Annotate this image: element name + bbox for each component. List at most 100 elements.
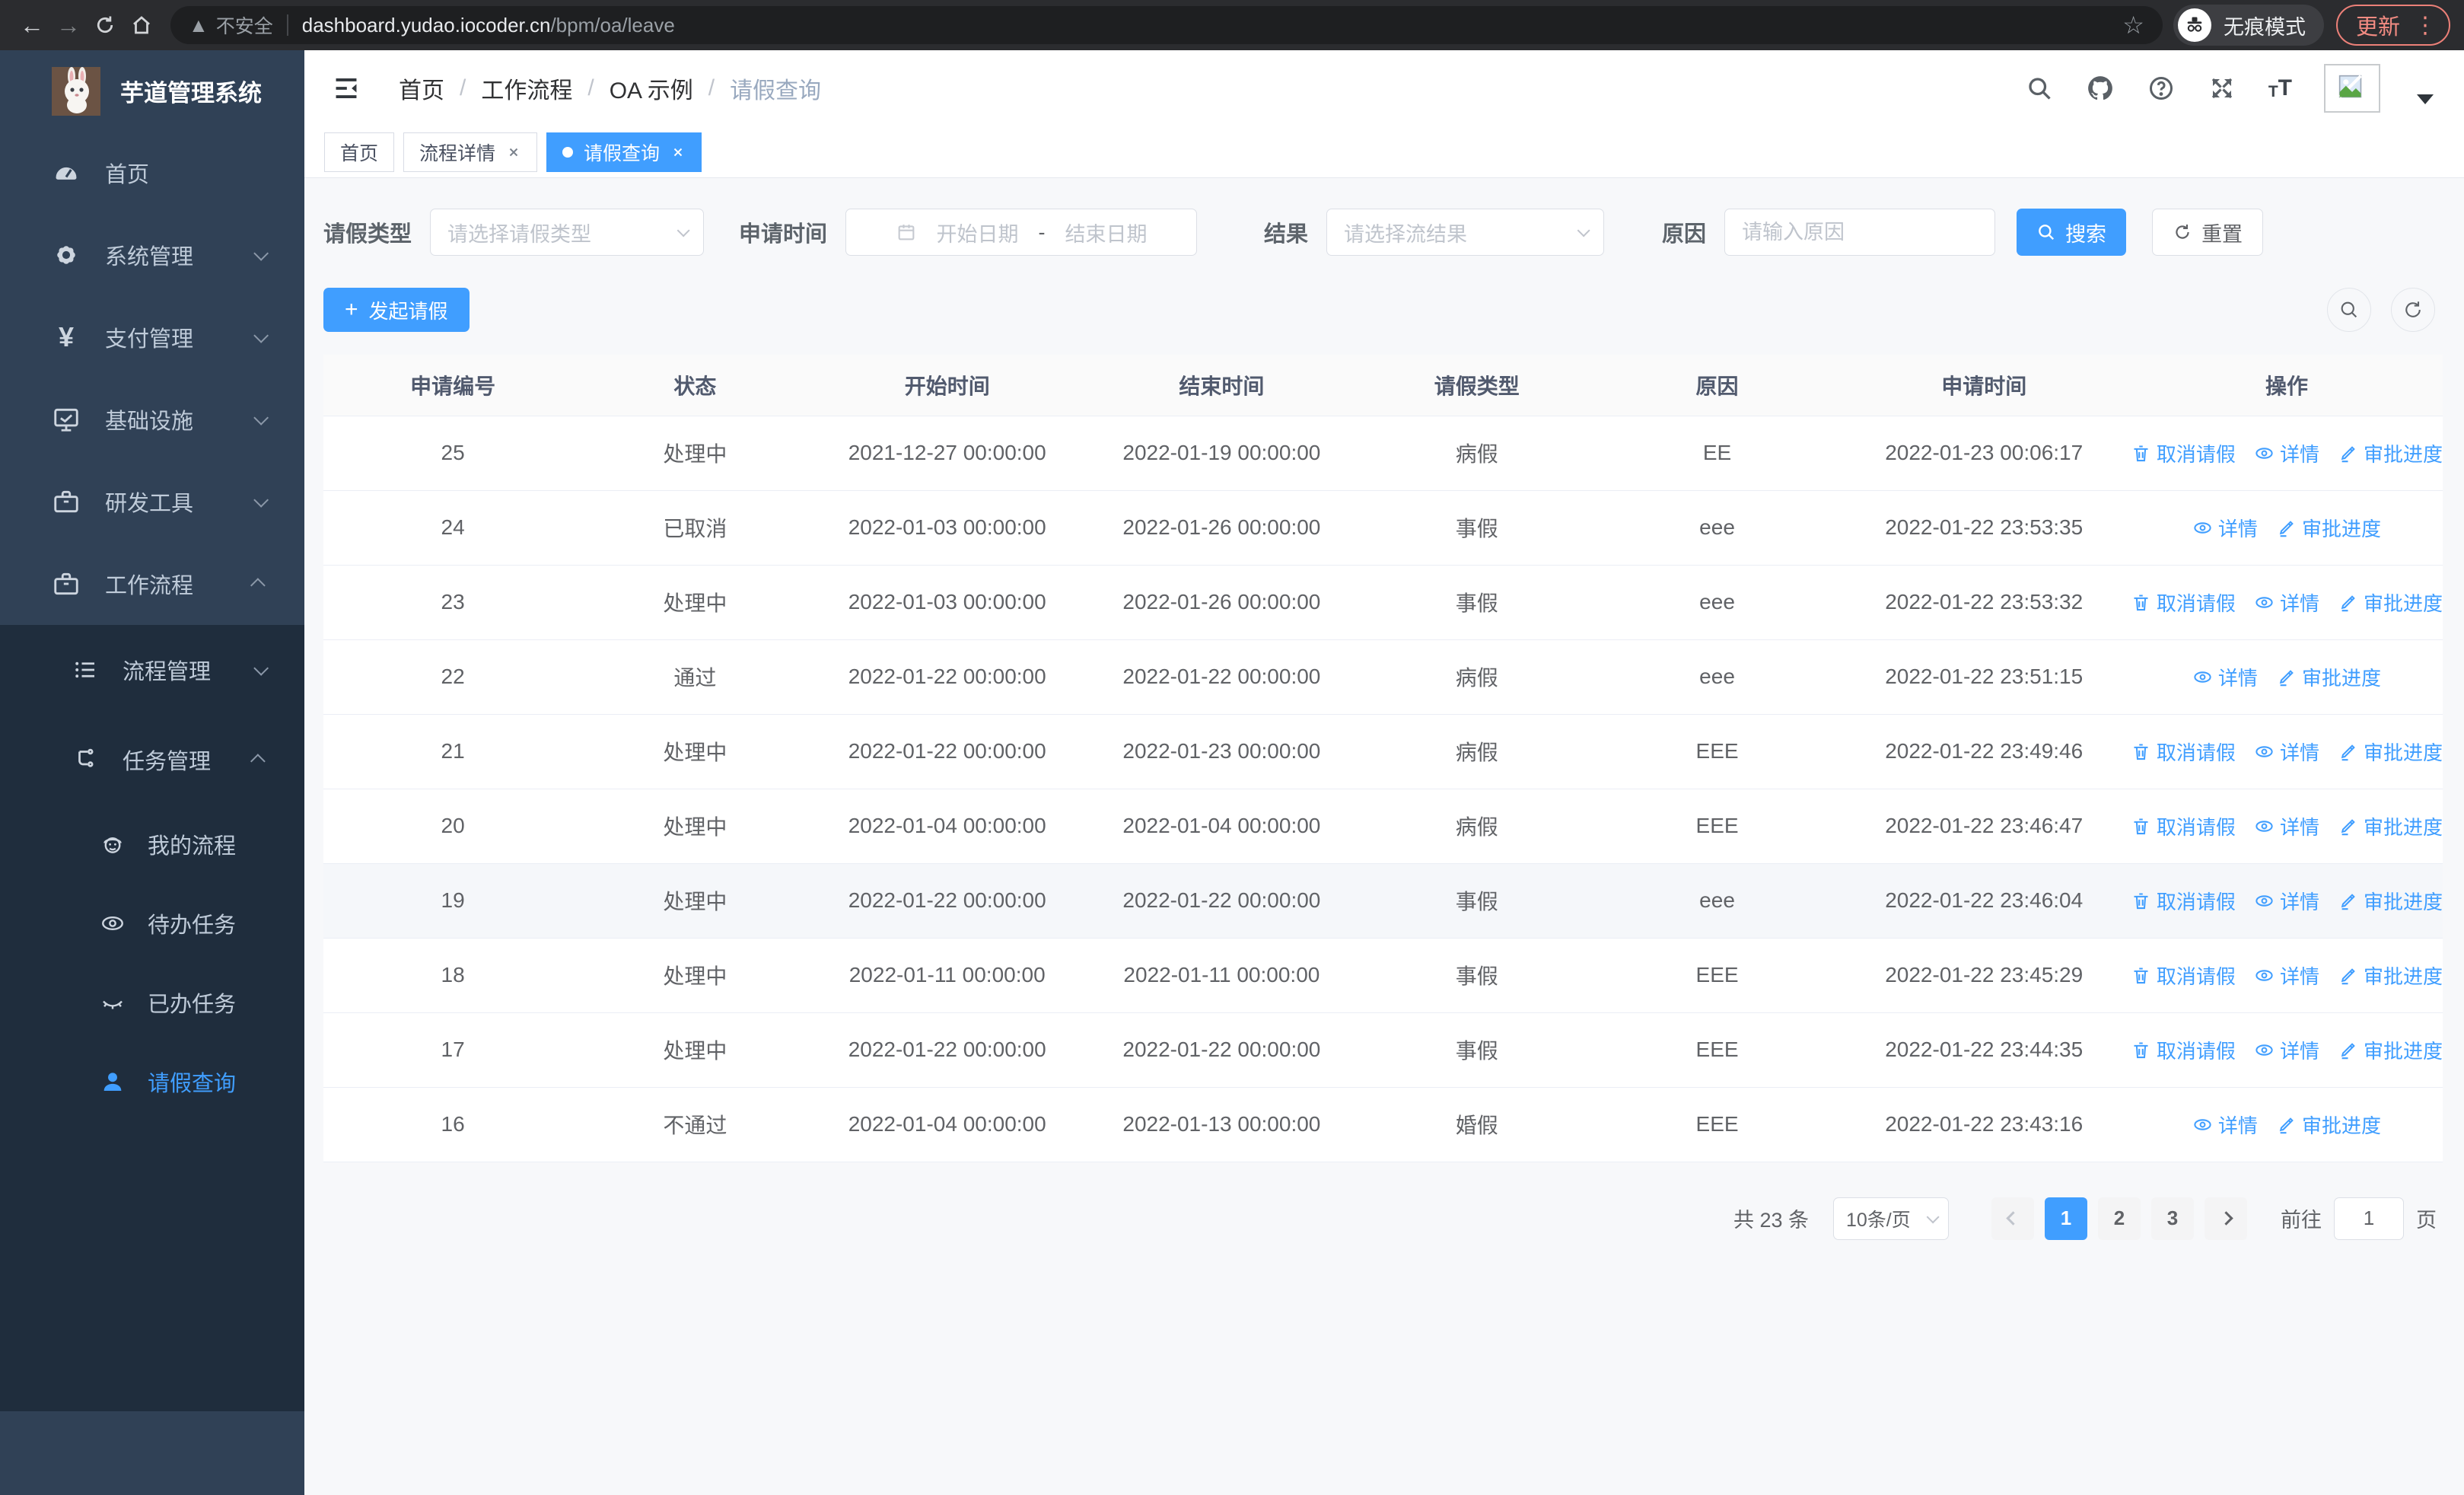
action-detail-link[interactable]: 详情 [2254,738,2319,766]
page-button-1[interactable]: 1 [2045,1197,2087,1240]
breadcrumb-item[interactable]: 首页 [399,72,444,105]
action-progress-link[interactable]: 审批进度 [2276,1111,2381,1139]
update-label[interactable]: 更新 [2356,9,2400,41]
action-detail-link[interactable]: 详情 [2254,887,2319,915]
reset-button[interactable]: 重置 [2152,209,2264,256]
action-progress-link[interactable]: 审批进度 [2338,961,2443,990]
action-cancel-link[interactable]: 取消请假 [2131,961,2236,990]
action-label: 审批进度 [2301,1114,2381,1137]
cell-status: 处理中 [663,442,727,466]
font-size-icon[interactable]: TT [2268,75,2292,101]
menu-fold-icon[interactable] [332,74,361,103]
sidebar: 芋道管理系统 首页 系统管理 ¥ 支付管理 基础设施 研发工具 工作流程 流程管… [0,50,304,1495]
sidebar-item-workflow[interactable]: 工作流程 [0,543,304,625]
action-label: 详情 [2279,1039,2319,1063]
reload-icon[interactable] [87,7,123,43]
help-icon[interactable] [2147,74,2176,103]
browser-update-button[interactable]: 更新 ⋮ [2335,5,2450,46]
action-progress-link[interactable]: 审批进度 [2338,588,2443,617]
page-button-2[interactable]: 2 [2098,1197,2141,1240]
eye-closed-icon [99,989,126,1016]
action-detail-link[interactable]: 详情 [2192,663,2258,691]
action-detail-link[interactable]: 详情 [2254,1036,2319,1064]
action-detail-link[interactable]: 详情 [2254,439,2319,467]
breadcrumb-item[interactable]: OA 示例 [610,72,693,105]
tab-home[interactable]: 首页 [324,132,395,172]
tab-process-detail[interactable]: 流程详情 [403,132,538,172]
action-progress-link[interactable]: 审批进度 [2338,439,2443,467]
action-progress-link[interactable]: 审批进度 [2338,1036,2443,1064]
sidebar-item-leave-query[interactable]: 请假查询 [0,1042,304,1121]
page-button-3[interactable]: 3 [2151,1197,2194,1240]
sidebar-item-infrastructure[interactable]: 基础设施 [0,378,304,461]
action-cancel-link[interactable]: 取消请假 [2131,812,2236,840]
sidebar-item-done-tasks[interactable]: 已办任务 [0,963,304,1042]
search-button[interactable]: 搜索 [2017,209,2127,256]
leave-table: 申请编号 状态 开始时间 结束时间 请假类型 原因 申请时间 操作 25 处理中 2… [323,355,2443,1162]
bookmark-star-icon[interactable]: ☆ [2122,11,2144,40]
back-icon[interactable]: ← [14,7,50,43]
gear-icon [50,239,82,271]
forward-icon[interactable]: → [50,7,87,43]
tab-leave-query[interactable]: 请假查询 [546,132,702,172]
sidebar-item-my-process[interactable]: 我的流程 [0,805,304,884]
url-bar[interactable]: ▲ 不安全 dashboard.yudao.iocoder.cn /bpm/oa… [170,6,2163,44]
page-size-value: 10条/页 [1846,1209,1911,1231]
cell-actions: 取消请假 详情 审批进度 [2131,863,2443,938]
menu-dots-icon[interactable]: ⋮ [2414,12,2437,39]
sidebar-item-devtools[interactable]: 研发工具 [0,461,304,543]
action-cancel-link[interactable]: 取消请假 [2131,588,2236,617]
dropdown-caret-icon[interactable] [2417,94,2434,104]
github-icon[interactable] [2086,74,2115,103]
show-search-icon-button[interactable] [2327,288,2371,332]
tab-close-icon[interactable] [670,145,686,160]
url-domain[interactable]: dashboard.yudao.iocoder.cn [302,14,551,37]
action-detail-link[interactable]: 详情 [2254,588,2319,617]
dashboard-icon [50,157,82,189]
action-detail-link[interactable]: 详情 [2192,1111,2258,1139]
sidebar-item-process-mgmt[interactable]: 流程管理 [0,625,304,715]
action-progress-link[interactable]: 审批进度 [2338,812,2443,840]
prev-page-button[interactable] [1991,1197,2034,1240]
sidebar-item-system[interactable]: 系统管理 [0,214,304,296]
tab-close-icon[interactable] [506,145,521,160]
reason-input[interactable] [1742,220,1979,244]
home-icon[interactable] [123,7,160,43]
avatar-broken-image[interactable] [2324,64,2380,113]
apply-time-range-picker[interactable]: 开始日期 - 结束日期 [845,209,1198,256]
sidebar-item-task-mgmt[interactable]: 任务管理 [0,715,304,805]
action-cancel-link[interactable]: 取消请假 [2131,887,2236,915]
sidebar-item-home[interactable]: 首页 [0,132,304,214]
yen-icon: ¥ [58,321,75,352]
sidebar-item-todo-tasks[interactable]: 待办任务 [0,884,304,963]
action-progress-link[interactable]: 审批进度 [2338,738,2443,766]
security-label[interactable]: 不安全 [216,11,273,39]
action-detail-link[interactable]: 详情 [2192,514,2258,542]
result-select[interactable]: 请选择流结果 [1326,209,1605,256]
sidebar-item-payment[interactable]: ¥ 支付管理 [0,296,304,378]
col-header-reason: 原因 [1597,355,1838,416]
next-page-button[interactable] [2205,1197,2247,1240]
url-path[interactable]: /bpm/oa/leave [550,14,674,37]
goto-page-input[interactable] [2334,1197,2404,1240]
action-label: 详情 [2279,815,2319,839]
fullscreen-icon[interactable] [2208,74,2236,103]
page-size-select[interactable]: 10条/页 [1833,1197,1949,1240]
refresh-table-icon-button[interactable] [2391,288,2435,332]
action-label: 详情 [2217,1114,2258,1137]
action-cancel-link[interactable]: 取消请假 [2131,1036,2236,1064]
action-cancel-link[interactable]: 取消请假 [2131,439,2236,467]
action-detail-link[interactable]: 详情 [2254,812,2319,840]
search-button-label: 搜索 [2065,222,2107,246]
action-progress-link[interactable]: 审批进度 [2338,887,2443,915]
leave-type-select[interactable]: 请选择请假类型 [430,209,705,256]
action-cancel-link[interactable]: 取消请假 [2131,738,2236,766]
search-icon[interactable] [2025,74,2054,103]
action-detail-link[interactable]: 详情 [2254,961,2319,990]
action-progress-link[interactable]: 审批进度 [2276,663,2381,691]
date-end-placeholder[interactable]: 结束日期 [1065,218,1148,247]
date-start-placeholder[interactable]: 开始日期 [937,218,1019,247]
action-progress-link[interactable]: 审批进度 [2276,514,2381,542]
create-leave-button[interactable]: + 发起请假 [323,288,470,332]
breadcrumb-item[interactable]: 工作流程 [481,72,572,105]
